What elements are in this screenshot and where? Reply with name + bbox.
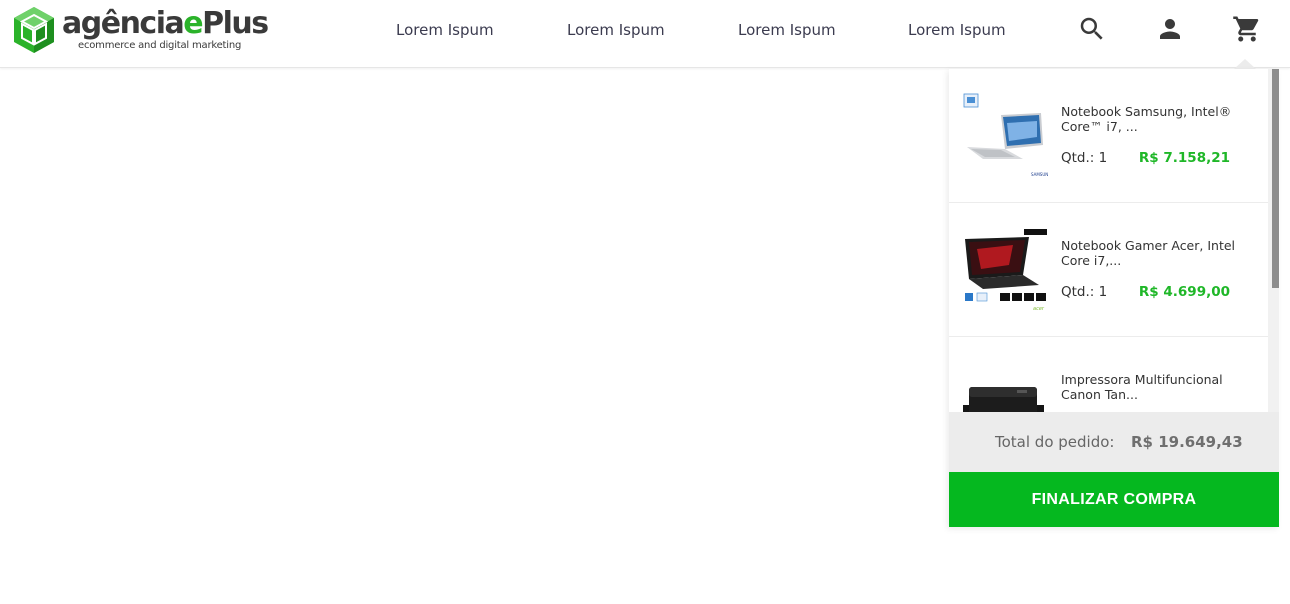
- total-value: R$ 19.649,43: [1131, 433, 1243, 451]
- acer-gamer-notebook-thumbnail[interactable]: acer: [963, 227, 1048, 312]
- brand-name: agênciaePlus: [62, 6, 269, 41]
- brand-tagline: ecommerce and digital marketing: [78, 40, 242, 51]
- cart-total-bar: Total do pedido: R$ 19.649,43: [949, 412, 1279, 472]
- cart-item-name: Notebook Samsung, Intel® Core™ i7, ...: [1061, 104, 1232, 134]
- cart-scrollbar-thumb[interactable]: [1272, 69, 1279, 288]
- cart-item-name: Notebook Gamer Acer, Intel Core i7,...: [1061, 238, 1236, 268]
- person-icon[interactable]: [1155, 14, 1185, 44]
- samsung-notebook-thumbnail[interactable]: SAMSUNG: [963, 93, 1048, 178]
- total-label: Total do pedido:: [995, 433, 1115, 451]
- nav-link-3[interactable]: Lorem Ispum: [738, 21, 836, 39]
- nav-link-4[interactable]: Lorem Ispum: [908, 21, 1006, 39]
- checkout-button[interactable]: FINALIZAR COMPRA: [949, 472, 1279, 527]
- search-icon[interactable]: [1077, 14, 1107, 44]
- cart-item[interactable]: SAMSUNG Notebook Samsung, Intel® Core™ i…: [949, 69, 1268, 203]
- canon-printer-thumbnail[interactable]: [963, 361, 1048, 412]
- site-header: agênciaePlus ecommerce and digital marke…: [0, 0, 1290, 68]
- brand-logo[interactable]: agênciaePlus ecommerce and digital marke…: [12, 5, 269, 55]
- nav-link-1[interactable]: Lorem Ispum: [396, 21, 494, 39]
- mini-cart-dropdown: SAMSUNG Notebook Samsung, Intel® Core™ i…: [949, 69, 1279, 527]
- cart-item[interactable]: Impressora Multifuncional Canon Tan...: [949, 337, 1268, 412]
- cart-item-price: R$ 7.158,21: [1138, 150, 1230, 166]
- svg-text:SAMSUNG: SAMSUNG: [1031, 172, 1048, 177]
- green-cube-logo-icon: [14, 7, 54, 53]
- shopping-cart-icon[interactable]: [1232, 14, 1262, 44]
- cart-item-price: R$ 4.699,00: [1138, 284, 1230, 300]
- svg-text:acer: acer: [1033, 306, 1045, 312]
- cart-item-list: SAMSUNG Notebook Samsung, Intel® Core™ i…: [949, 69, 1268, 412]
- cart-item-qty: Qtd.: 1: [1061, 284, 1108, 300]
- nav-link-2[interactable]: Lorem Ispum: [567, 21, 665, 39]
- cart-dropdown-caret: [1234, 59, 1256, 69]
- cart-item-name: Impressora Multifuncional Canon Tan...: [1061, 372, 1223, 402]
- brand-wordmark: agênciaePlus ecommerce and digital marke…: [62, 6, 269, 52]
- cart-item-qty: Qtd.: 1: [1061, 150, 1108, 166]
- cart-item[interactable]: acer Notebook Gamer Acer, Intel Core i7,…: [949, 203, 1268, 337]
